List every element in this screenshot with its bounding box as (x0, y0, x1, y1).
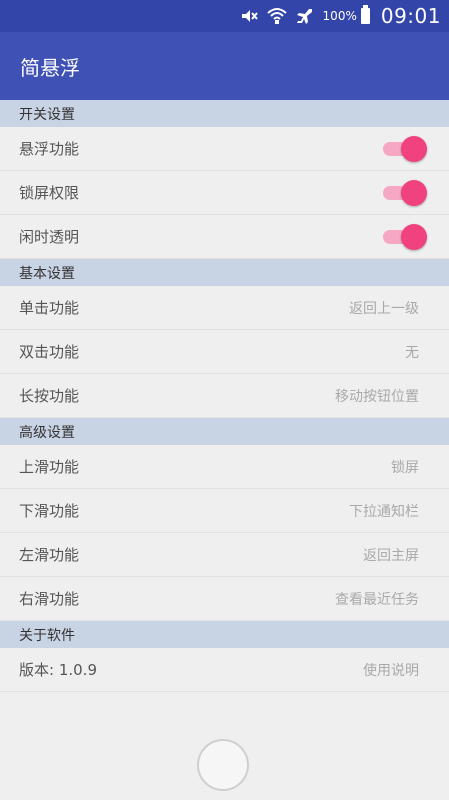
setting-row-swipe-down[interactable]: 下滑功能 下拉通知栏 (0, 489, 449, 533)
home-button[interactable] (197, 739, 249, 791)
setting-value: 下拉通知栏 (349, 503, 419, 520)
setting-label: 锁屏权限 (19, 184, 80, 202)
setting-value: 查看最近任务 (335, 591, 419, 608)
wifi-icon (266, 7, 287, 25)
section-header-advanced: 高级设置 (0, 418, 449, 445)
setting-row-idle-transparent[interactable]: 闲时透明 (0, 215, 449, 259)
status-bar: 100% 09:01 (0, 0, 449, 32)
setting-label: 下滑功能 (19, 502, 80, 520)
float-toggle[interactable] (383, 135, 427, 162)
clock: 09:01 (380, 4, 441, 28)
setting-value: 无 (405, 344, 419, 361)
settings-list: 开关设置 悬浮功能 锁屏权限 闲时透明 基本设置 单击功能 返回上一级 双击功能… (0, 100, 449, 692)
idle-transparent-toggle[interactable] (383, 223, 427, 250)
setting-value: 返回上一级 (349, 300, 419, 317)
setting-row-lock-permission[interactable]: 锁屏权限 (0, 171, 449, 215)
section-header-basic: 基本设置 (0, 259, 449, 286)
setting-row-swipe-right[interactable]: 右滑功能 查看最近任务 (0, 577, 449, 621)
section-header-about: 关于软件 (0, 621, 449, 648)
version-label: 版本: 1.0.9 (19, 661, 97, 679)
airplane-icon (296, 7, 314, 25)
setting-value: 移动按钮位置 (335, 388, 419, 405)
battery-icon (360, 5, 370, 24)
app-bar: 简悬浮 (0, 32, 449, 100)
setting-row-single-tap[interactable]: 单击功能 返回上一级 (0, 286, 449, 330)
setting-label: 悬浮功能 (19, 140, 80, 158)
setting-row-swipe-left[interactable]: 左滑功能 返回主屏 (0, 533, 449, 577)
setting-value: 返回主屏 (363, 547, 419, 564)
setting-label: 上滑功能 (19, 458, 80, 476)
setting-label: 长按功能 (19, 387, 80, 405)
setting-row-double-tap[interactable]: 双击功能 无 (0, 330, 449, 374)
usage-instructions-link[interactable]: 使用说明 (363, 660, 419, 680)
setting-value: 锁屏 (391, 459, 419, 476)
setting-label: 双击功能 (19, 343, 80, 361)
setting-label: 单击功能 (19, 299, 80, 317)
setting-label: 闲时透明 (19, 228, 80, 246)
setting-row-long-press[interactable]: 长按功能 移动按钮位置 (0, 374, 449, 418)
setting-row-float[interactable]: 悬浮功能 (0, 127, 449, 171)
battery-percent: 100% (322, 9, 357, 23)
setting-row-version[interactable]: 版本: 1.0.9 使用说明 (0, 648, 449, 692)
app-title: 简悬浮 (20, 55, 80, 80)
mute-icon (240, 8, 258, 24)
setting-row-swipe-up[interactable]: 上滑功能 锁屏 (0, 445, 449, 489)
setting-label: 左滑功能 (19, 546, 80, 564)
lock-permission-toggle[interactable] (383, 179, 427, 206)
setting-label: 右滑功能 (19, 590, 80, 608)
section-header-switches: 开关设置 (0, 100, 449, 127)
